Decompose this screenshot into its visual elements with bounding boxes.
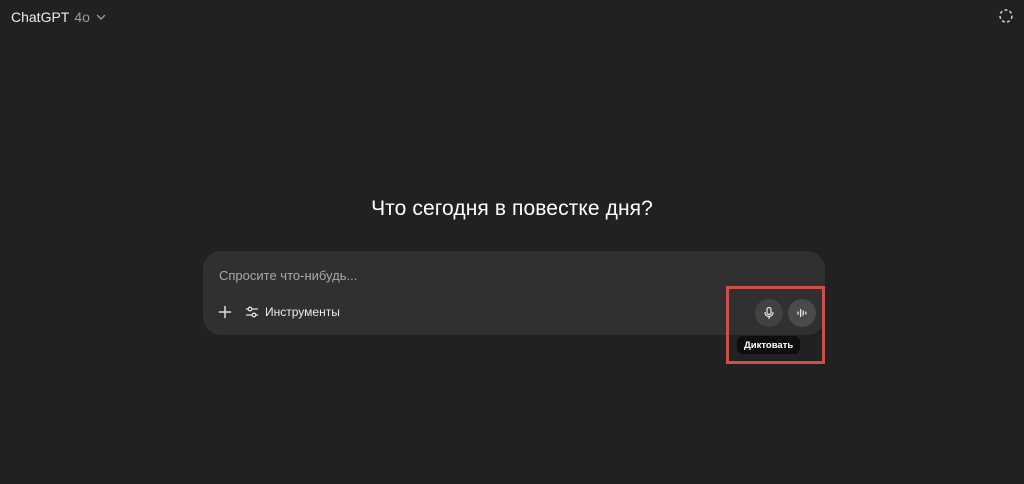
voice-mode-button[interactable] <box>788 299 816 327</box>
dictate-button[interactable] <box>755 299 783 327</box>
plus-icon <box>218 305 232 319</box>
model-name: ChatGPT <box>11 9 70 25</box>
sliders-icon <box>245 305 259 319</box>
model-version: 4o <box>74 9 90 25</box>
chat-page: ChatGPT 4o Что сегодня в повестке дня? С… <box>0 0 1024 484</box>
prompt-composer: Инструменты <box>203 251 825 335</box>
model-selector-button[interactable]: ChatGPT 4o <box>6 5 112 29</box>
voice-waveform-icon <box>795 306 809 320</box>
attach-button[interactable] <box>214 301 236 323</box>
tools-button[interactable]: Инструменты <box>245 301 340 323</box>
page-title: Что сегодня в повестке дня? <box>371 197 653 220</box>
prompt-input[interactable] <box>219 264 779 286</box>
chevron-down-icon <box>95 11 107 23</box>
temporary-chat-button[interactable] <box>997 7 1015 25</box>
dictate-tooltip: Диктовать <box>737 336 801 354</box>
dashed-circle-icon <box>998 8 1014 24</box>
microphone-icon <box>762 306 776 320</box>
tools-label: Инструменты <box>265 305 340 319</box>
